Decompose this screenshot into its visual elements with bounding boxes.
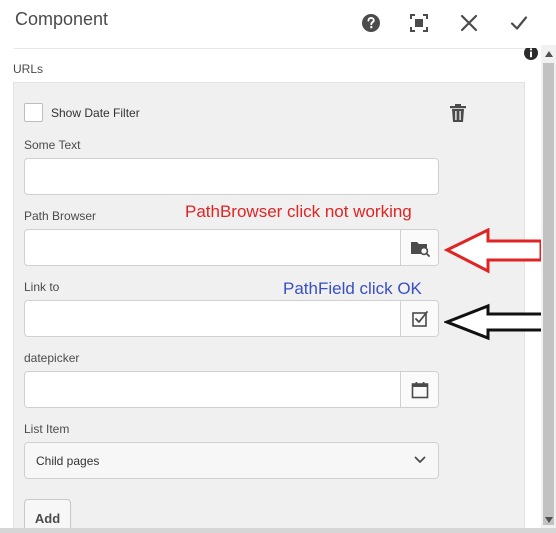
show-date-filter-label: Show Date Filter (51, 106, 140, 120)
list-item-select[interactable]: Child pages (24, 442, 439, 479)
help-circle-icon (362, 14, 380, 32)
dialog-header: Component (0, 0, 556, 48)
datepicker-label: datepicker (24, 351, 80, 365)
dialog-title: Component (15, 9, 109, 29)
scrollbar-thumb[interactable] (543, 63, 554, 525)
close-icon (460, 14, 478, 32)
path-browser-button[interactable] (400, 230, 438, 265)
checkmark-icon (510, 16, 528, 30)
cancel-button[interactable] (458, 12, 480, 34)
folder-search-icon (410, 241, 430, 257)
link-to-field (24, 300, 439, 337)
list-item-label: List Item (24, 422, 70, 436)
info-icon[interactable] (524, 48, 538, 60)
list-item-value: Child pages (36, 454, 100, 468)
fullscreen-icon (410, 14, 428, 32)
help-button[interactable] (360, 12, 382, 34)
scroll-down-icon[interactable] (545, 517, 553, 523)
vertical-scrollbar[interactable] (541, 45, 556, 533)
path-field-button[interactable] (400, 301, 438, 336)
datepicker-field (24, 371, 439, 408)
dialog-content: URLs Show Date Filter Some Text Path Bro… (0, 48, 540, 533)
scroll-up-icon[interactable] (545, 51, 553, 57)
path-browser-input[interactable] (25, 230, 400, 265)
done-button[interactable] (508, 12, 530, 34)
link-to-label: Link to (24, 280, 60, 294)
datepicker-input[interactable] (25, 372, 400, 407)
checkbox-select-icon (411, 310, 428, 327)
path-browser-label: Path Browser (24, 209, 97, 223)
trash-icon[interactable] (449, 103, 467, 123)
calendar-button[interactable] (400, 372, 438, 407)
path-browser-field (24, 229, 439, 266)
divider (14, 48, 536, 49)
annotation-pathbrowser: PathBrowser click not working (185, 202, 412, 221)
fullscreen-button[interactable] (408, 12, 430, 34)
red-arrow-icon (444, 228, 543, 274)
show-date-filter-checkbox[interactable] (24, 103, 43, 122)
horizontal-scrollbar[interactable] (0, 528, 556, 533)
multifield-label: URLs (13, 62, 44, 76)
some-text-label: Some Text (24, 138, 81, 152)
calendar-icon (411, 381, 428, 398)
annotation-pathfield: PathField click OK (283, 279, 422, 298)
chevron-down-icon (414, 456, 426, 463)
black-arrow-icon (444, 303, 546, 341)
link-to-input[interactable] (25, 301, 400, 336)
some-text-input[interactable] (24, 158, 439, 195)
